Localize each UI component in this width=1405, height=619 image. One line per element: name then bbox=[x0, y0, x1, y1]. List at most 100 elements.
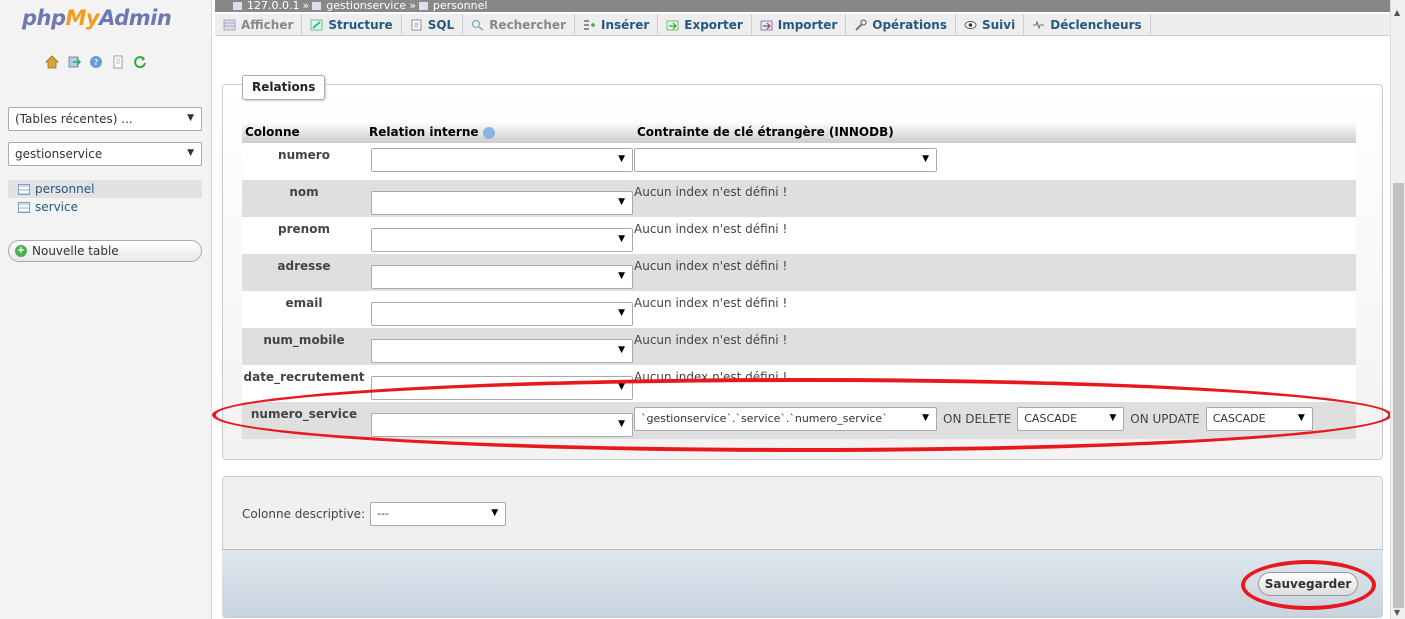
relations-table: Colonne Relation interne Contrainte de c… bbox=[242, 121, 1356, 439]
docs-icon[interactable] bbox=[111, 55, 125, 69]
column-name: nom bbox=[242, 180, 366, 217]
svg-text:?: ? bbox=[94, 59, 99, 69]
column-name: adresse bbox=[242, 254, 366, 291]
no-index-message: Aucun index n'est défini ! bbox=[634, 217, 1356, 254]
tab-triggers[interactable]: Déclencheurs bbox=[1024, 14, 1151, 36]
table-row: numero_service ▼ `gestionservice`.`servi… bbox=[242, 402, 1356, 439]
tab-operations[interactable]: Opérations bbox=[846, 14, 956, 36]
export-icon bbox=[666, 19, 679, 31]
internal-relation-select[interactable]: ▼ bbox=[371, 265, 633, 289]
descriptive-column-row: Colonne descriptive: --- ▼ bbox=[242, 502, 507, 526]
table-row: email ▼ Aucun index n'est défini ! bbox=[242, 291, 1356, 328]
browse-icon bbox=[223, 19, 236, 31]
database-icon bbox=[312, 2, 322, 10]
chevron-down-icon: ▼ bbox=[491, 508, 499, 518]
chevron-down-icon: ▼ bbox=[618, 271, 625, 281]
scroll-down-icon[interactable]: ▼ bbox=[1394, 608, 1400, 617]
no-index-message: Aucun index n'est défini ! bbox=[634, 291, 1356, 328]
on-delete-label: ON DELETE bbox=[943, 412, 1012, 426]
insert-icon bbox=[583, 19, 596, 31]
chevron-down-icon: ▼ bbox=[187, 148, 194, 158]
chevron-down-icon: ▼ bbox=[922, 154, 929, 164]
table-icon bbox=[18, 201, 30, 213]
chevron-down-icon: ▼ bbox=[618, 308, 625, 318]
logout-icon[interactable] bbox=[67, 55, 81, 69]
recent-tables-select[interactable]: (Tables récentes) ... ▼ bbox=[8, 107, 202, 131]
plus-icon: + bbox=[15, 245, 27, 257]
column-name: num_mobile bbox=[242, 328, 366, 365]
column-name: email bbox=[242, 291, 366, 328]
table-header-row: Colonne Relation interne Contrainte de c… bbox=[242, 121, 1356, 143]
chevron-down-icon: ▼ bbox=[922, 413, 929, 423]
chevron-down-icon: ▼ bbox=[618, 419, 625, 429]
new-table-button[interactable]: + Nouvelle table bbox=[8, 240, 202, 262]
table-icon bbox=[418, 2, 428, 10]
tab-bar: Afficher Structure SQL Rechercher Insére… bbox=[215, 14, 1390, 36]
column-name: date_recrutement bbox=[242, 365, 366, 402]
fk-select[interactable]: ▼ bbox=[634, 148, 937, 172]
table-tree: personnel service bbox=[8, 180, 202, 216]
chevron-down-icon: ▼ bbox=[618, 234, 625, 244]
navigation-panel: phpMyAdmin ? (Tables récentes) ... ▼ gest… bbox=[0, 0, 212, 619]
chevron-down-icon: ▼ bbox=[187, 113, 194, 123]
descriptive-column-label: Colonne descriptive: bbox=[242, 507, 366, 521]
on-update-label: ON UPDATE bbox=[1130, 412, 1200, 426]
on-update-select[interactable]: CASCADE ▼ bbox=[1205, 407, 1313, 431]
breadcrumb-table[interactable]: personnel bbox=[433, 0, 488, 12]
chevron-down-icon: ▼ bbox=[1109, 413, 1117, 423]
tab-import[interactable]: Importer bbox=[752, 14, 847, 36]
database-select[interactable]: gestionservice ▼ bbox=[8, 142, 202, 166]
reload-icon[interactable] bbox=[133, 55, 147, 69]
descriptive-column-select[interactable]: --- ▼ bbox=[370, 502, 507, 526]
tab-sql[interactable]: SQL bbox=[402, 14, 464, 36]
relations-legend: Relations bbox=[242, 75, 326, 100]
internal-relation-select[interactable]: ▼ bbox=[371, 302, 633, 326]
tab-insert[interactable]: Insérer bbox=[575, 14, 659, 36]
breadcrumb-server[interactable]: 127.0.0.1 bbox=[247, 0, 299, 12]
internal-relation-select[interactable]: ▼ bbox=[371, 339, 633, 363]
on-delete-select[interactable]: CASCADE ▼ bbox=[1017, 407, 1125, 431]
internal-relation-select[interactable]: ▼ bbox=[371, 413, 633, 437]
tab-search[interactable]: Rechercher bbox=[463, 14, 575, 36]
help-icon[interactable] bbox=[482, 126, 495, 139]
fk-constraint-header: Contrainte de clé étrangère (INNODB) bbox=[634, 121, 1356, 143]
internal-relation-header: Relation interne bbox=[366, 121, 634, 143]
column-header: Colonne bbox=[242, 121, 366, 143]
table-row: prenom ▼ Aucun index n'est défini ! bbox=[242, 217, 1356, 254]
chevron-down-icon: ▼ bbox=[618, 154, 625, 164]
form-footer bbox=[222, 549, 1383, 617]
chevron-down-icon: ▼ bbox=[618, 345, 625, 355]
server-icon bbox=[233, 2, 242, 10]
save-button[interactable]: Sauvegarder bbox=[1258, 572, 1358, 596]
column-name: prenom bbox=[242, 217, 366, 254]
sql-icon bbox=[410, 19, 423, 31]
wrench-icon bbox=[854, 19, 867, 31]
help-icon[interactable]: ? bbox=[89, 55, 103, 69]
fk-target-select[interactable]: `gestionservice`.`service`.`numero_servi… bbox=[634, 407, 937, 431]
breadcrumb-database[interactable]: gestionservice bbox=[326, 0, 406, 12]
internal-relation-select[interactable]: ▼ bbox=[371, 376, 633, 400]
home-icon[interactable] bbox=[45, 55, 59, 69]
internal-relation-select[interactable]: ▼ bbox=[371, 191, 633, 215]
tab-browse[interactable]: Afficher bbox=[215, 14, 303, 36]
table-icon bbox=[18, 183, 30, 195]
tab-export[interactable]: Exporter bbox=[658, 14, 752, 36]
search-icon bbox=[471, 19, 484, 31]
phpmyadmin-logo[interactable]: phpMyAdmin bbox=[22, 6, 172, 30]
vertical-scrollbar[interactable]: ▲ ▼ bbox=[1390, 0, 1405, 619]
tree-item-service[interactable]: service bbox=[18, 198, 202, 216]
internal-relation-select[interactable]: ▼ bbox=[371, 148, 633, 172]
tree-item-personnel[interactable]: personnel bbox=[8, 180, 202, 198]
scroll-thumb[interactable] bbox=[1393, 183, 1404, 608]
scroll-up-icon[interactable]: ▲ bbox=[1394, 8, 1400, 17]
internal-relation-select[interactable]: ▼ bbox=[371, 228, 633, 252]
table-row: nom ▼ Aucun index n'est défini ! bbox=[242, 180, 1356, 217]
column-name: numero bbox=[242, 143, 366, 180]
tab-tracking[interactable]: Suivi bbox=[956, 14, 1025, 36]
quick-links: ? bbox=[45, 55, 147, 69]
fk-constraint-controls: `gestionservice`.`service`.`numero_servi… bbox=[634, 407, 1356, 431]
trigger-icon bbox=[1032, 19, 1045, 31]
tab-structure[interactable]: Structure bbox=[302, 14, 402, 36]
column-name: numero_service bbox=[242, 402, 366, 439]
structure-icon bbox=[310, 19, 323, 31]
